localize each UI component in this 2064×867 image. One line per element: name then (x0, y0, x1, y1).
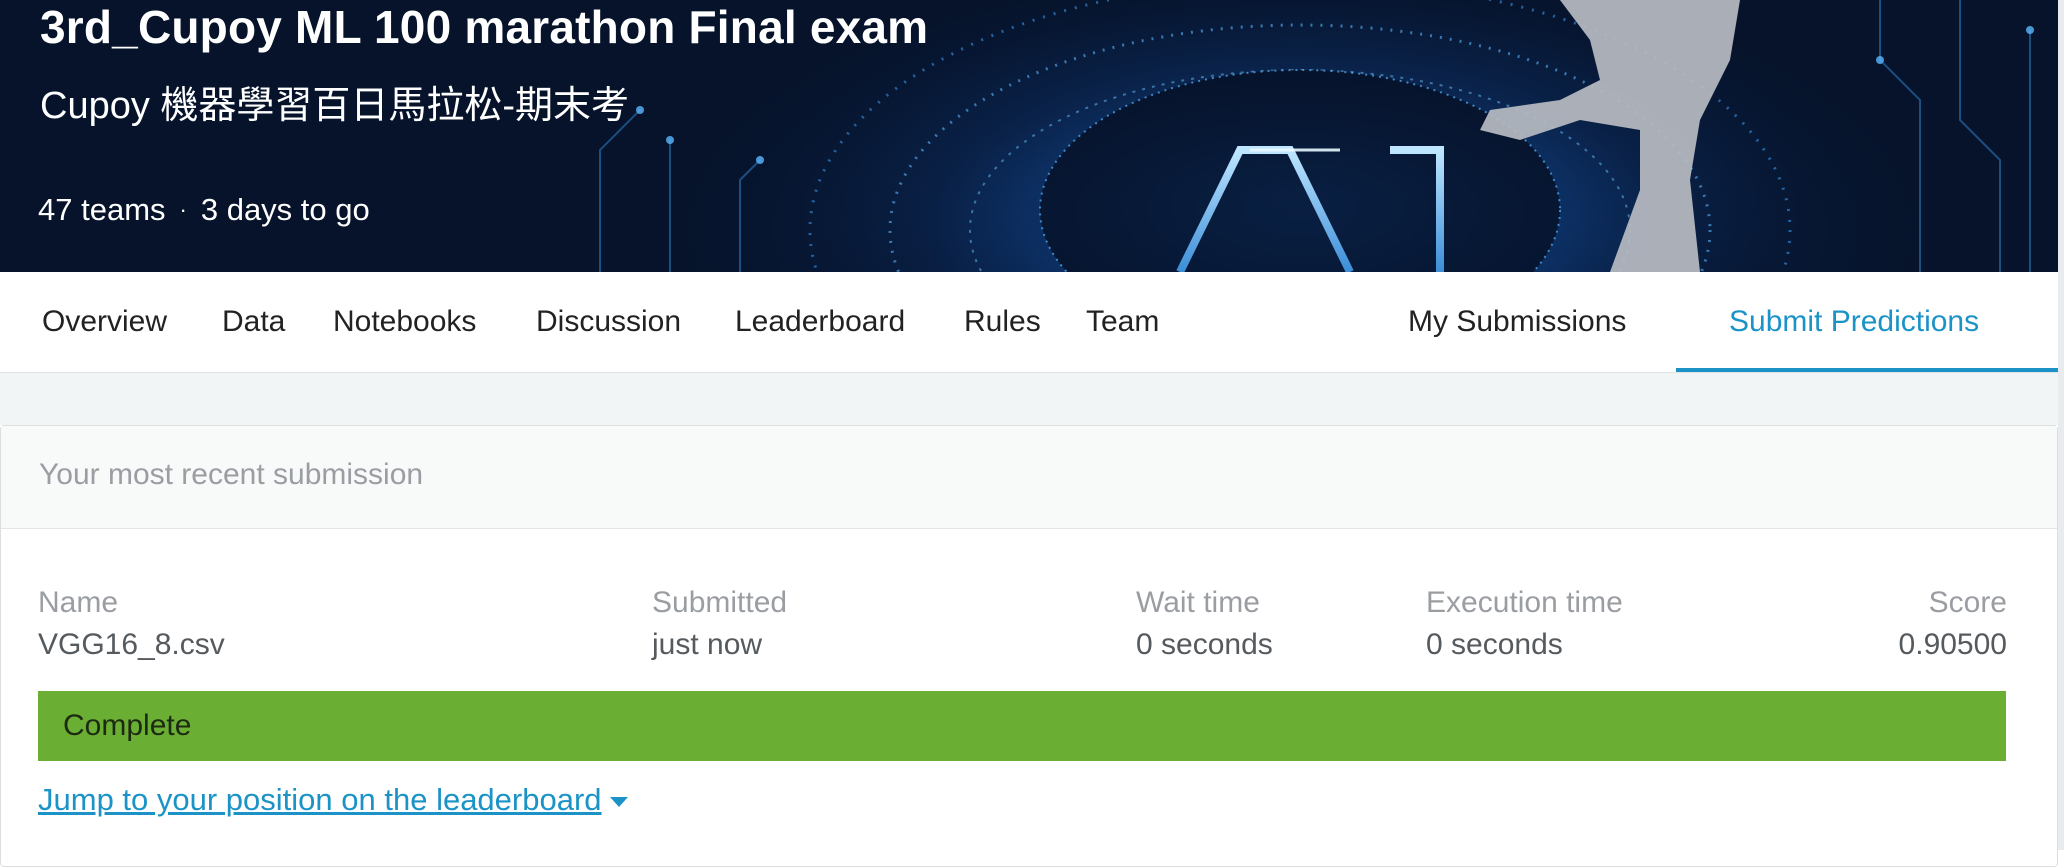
execution-time-value: 0 seconds (1426, 628, 1563, 661)
caret-down-icon[interactable] (609, 797, 628, 807)
card-header-title: Your most recent submission (39, 458, 424, 491)
competition-subtitle: Cupoy 機器學習百日馬拉松-期末考 (40, 85, 630, 127)
tab-discussion[interactable]: Discussion (536, 272, 681, 372)
jump-to-leaderboard-link[interactable]: Jump to your position on the leaderboard (38, 782, 628, 818)
score-label: Score (1928, 586, 2007, 619)
submitted-label: Submitted (652, 586, 788, 619)
jump-link-label[interactable]: Jump to your position on the leaderboard (38, 782, 602, 818)
wait-time-label: Wait time (1136, 586, 1260, 619)
tab-data[interactable]: Data (222, 272, 285, 372)
team-count: 47 teams (38, 192, 166, 227)
tab-team[interactable]: Team (1086, 272, 1159, 372)
vertical-scrollbar[interactable] (2058, 0, 2064, 850)
execution-time-label: Execution time (1426, 586, 1623, 619)
competition-title: 3rd_Cupoy ML 100 marathon Final exam (40, 1, 929, 53)
page: 3rd_Cupoy ML 100 marathon Final exam Cup… (0, 0, 2058, 867)
name-label: Name (38, 586, 119, 619)
tab-submit-predictions[interactable]: Submit Predictions (1729, 272, 1979, 372)
meta-separator: · (179, 197, 187, 222)
score-value: 0.90500 (1898, 628, 2007, 661)
card-header: Your most recent submission (1, 426, 2057, 529)
recent-submission-card: Your most recent submission Name VGG16_8… (0, 425, 2058, 867)
status-bar-complete: Complete (38, 691, 2006, 761)
status-text: Complete (63, 709, 192, 742)
content-spacer (0, 373, 2058, 425)
wait-time-value: 0 seconds (1136, 628, 1273, 661)
competition-banner: 3rd_Cupoy ML 100 marathon Final exam Cup… (0, 0, 2058, 272)
competition-tabs: Overview Data Notebooks Discussion Leade… (0, 272, 2058, 373)
tab-my-submissions[interactable]: My Submissions (1408, 272, 1626, 372)
tab-leaderboard[interactable]: Leaderboard (735, 272, 905, 372)
submission-file-name: VGG16_8.csv (38, 628, 225, 661)
tab-rules[interactable]: Rules (964, 272, 1041, 372)
active-tab-indicator (1676, 368, 2058, 372)
deadline-countdown: 3 days to go (200, 192, 370, 227)
tab-overview[interactable]: Overview (42, 272, 167, 372)
competition-meta: 47 teams · 3 days to go (38, 192, 370, 228)
submitted-value: just now (652, 628, 763, 661)
tab-notebooks[interactable]: Notebooks (333, 272, 476, 372)
